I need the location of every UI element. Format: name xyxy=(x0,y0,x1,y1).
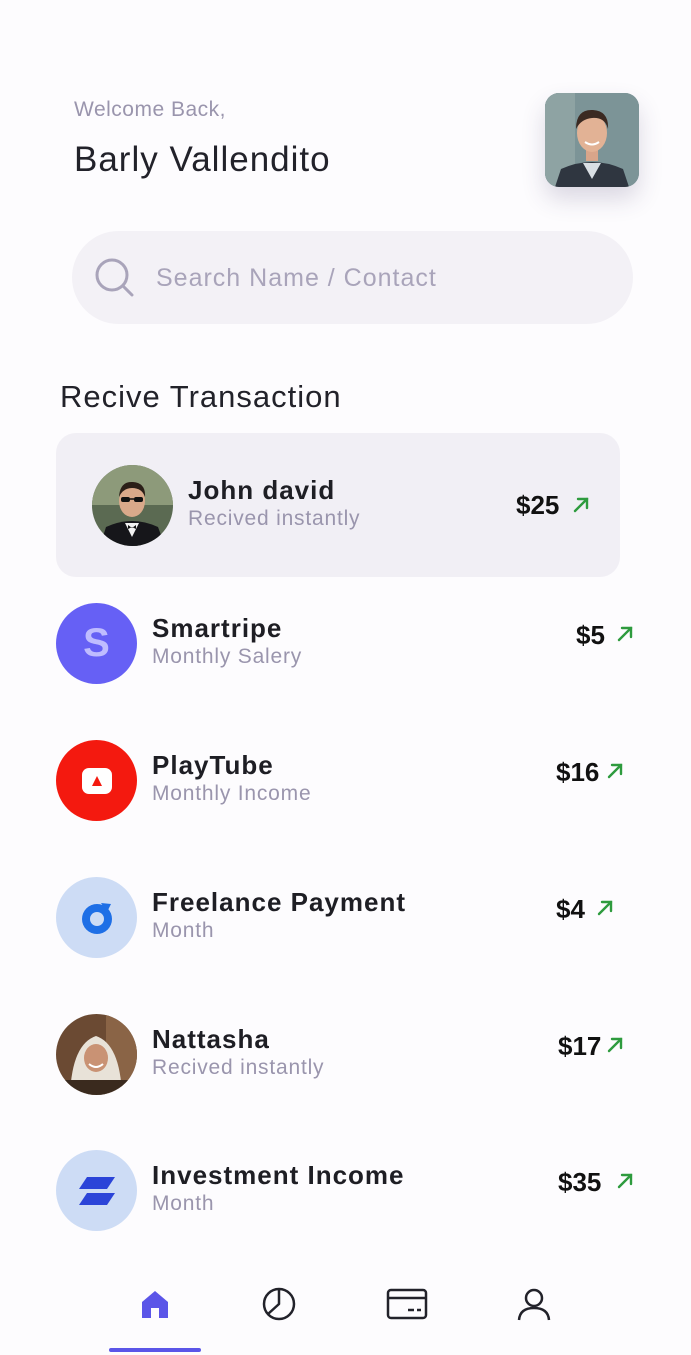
transaction-name: John david xyxy=(188,475,336,505)
user-photo-icon xyxy=(92,465,173,546)
transaction-item-investment[interactable]: Investment Income Month $35 xyxy=(56,1120,633,1264)
search-bar[interactable] xyxy=(72,231,633,324)
avatar xyxy=(56,1014,137,1095)
transaction-amount: $35 xyxy=(558,1167,602,1197)
bottom-nav xyxy=(0,1270,691,1355)
transaction-item-freelance[interactable]: Freelance Payment Month $4 xyxy=(56,847,620,991)
nav-stats[interactable] xyxy=(255,1280,303,1328)
user-name: Barly Vallendito xyxy=(74,140,331,179)
transaction-subtitle: Month xyxy=(152,919,215,942)
card-icon xyxy=(386,1288,428,1320)
transaction-name: Nattasha xyxy=(152,1024,270,1054)
transaction-item-smartripe[interactable]: S Smartripe Monthly Salery $5 xyxy=(56,573,633,717)
smartripe-logo-icon: S xyxy=(56,603,137,684)
transaction-item-nattasha[interactable]: Nattasha Recived instantly $17 xyxy=(56,984,623,1128)
arrow-up-right-icon xyxy=(617,626,633,642)
profile-avatar[interactable] xyxy=(545,93,639,187)
transaction-subtitle: Monthly Income xyxy=(152,782,312,805)
transaction-name: Freelance Payment xyxy=(152,887,407,917)
profile-icon xyxy=(517,1288,551,1321)
arrow-up-right-icon xyxy=(607,763,623,779)
transaction-amount: $25 xyxy=(516,490,560,520)
search-icon[interactable] xyxy=(94,257,136,299)
playtube-logo-icon xyxy=(56,740,137,821)
transaction-amount: $5 xyxy=(576,620,605,650)
user-photo-icon xyxy=(56,1014,137,1095)
welcome-text: Welcome Back, xyxy=(74,98,226,121)
transaction-item-playtube[interactable]: PlayTube Monthly Income $16 xyxy=(56,710,623,854)
transaction-name: PlayTube xyxy=(152,750,274,780)
transaction-subtitle: Recived instantly xyxy=(152,1056,325,1079)
section-title: Recive Transaction xyxy=(60,379,342,414)
transaction-amount: $4 xyxy=(556,894,585,924)
nav-profile[interactable] xyxy=(510,1280,558,1328)
search-input[interactable] xyxy=(156,253,596,303)
transaction-amount: $16 xyxy=(556,757,600,787)
chart-icon xyxy=(262,1287,296,1321)
nav-cards[interactable] xyxy=(383,1280,431,1328)
arrow-up-right-icon xyxy=(597,900,613,916)
avatar-letter: S xyxy=(83,621,110,665)
transaction-name: Smartripe xyxy=(152,613,283,643)
nav-active-indicator xyxy=(109,1348,201,1352)
transaction-subtitle: Recived instantly xyxy=(188,507,361,530)
investment-logo-icon xyxy=(56,1150,137,1231)
arrow-up-right-icon xyxy=(617,1173,633,1189)
transaction-subtitle: Monthly Salery xyxy=(152,645,303,668)
nav-home[interactable] xyxy=(131,1280,179,1328)
user-photo-icon xyxy=(545,93,639,187)
transaction-item-john-david[interactable]: John david Recived instantly $25 xyxy=(56,433,620,577)
home-icon xyxy=(142,1291,168,1318)
transaction-subtitle: Month xyxy=(152,1192,215,1215)
arrow-up-right-icon xyxy=(573,497,589,513)
freelance-logo-icon xyxy=(56,877,137,958)
transaction-name: Investment Income xyxy=(152,1160,405,1190)
avatar xyxy=(92,465,173,546)
transaction-amount: $17 xyxy=(558,1031,602,1061)
arrow-up-right-icon xyxy=(607,1037,623,1053)
